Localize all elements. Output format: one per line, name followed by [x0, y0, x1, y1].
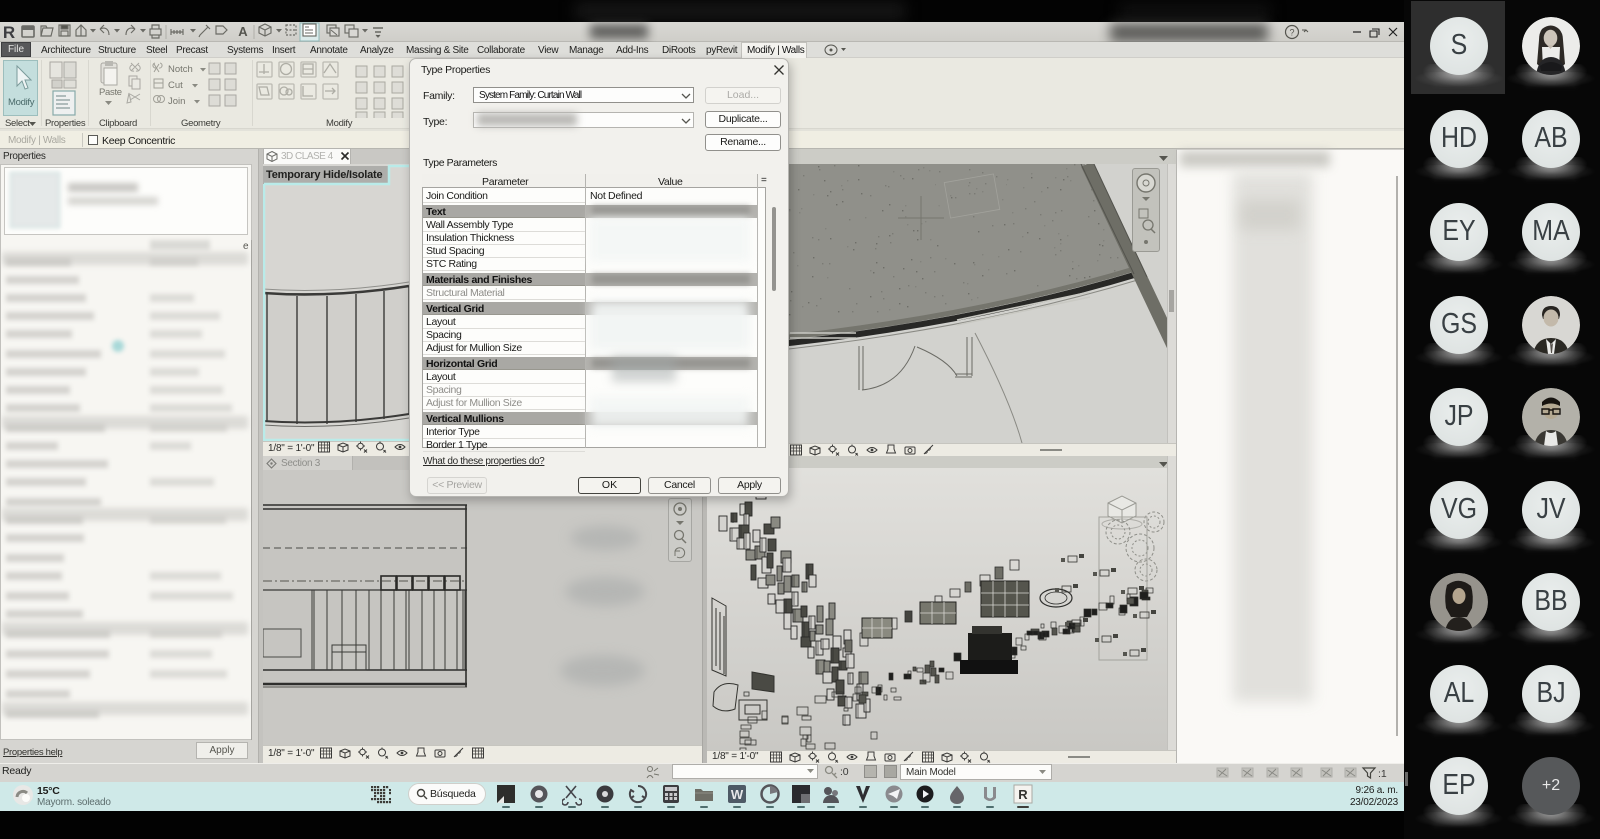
- svg-text:R: R: [3, 23, 15, 42]
- svg-text:?: ?: [1289, 28, 1294, 38]
- svg-text::1: :1: [1378, 768, 1387, 780]
- svg-text:A: A: [238, 24, 248, 39]
- svg-text:Join: Join: [168, 96, 185, 107]
- svg-text:Cut: Cut: [168, 80, 183, 91]
- svg-text:R: R: [1018, 787, 1028, 802]
- svg-text:W: W: [731, 787, 744, 802]
- svg-text:Notch: Notch: [168, 64, 193, 75]
